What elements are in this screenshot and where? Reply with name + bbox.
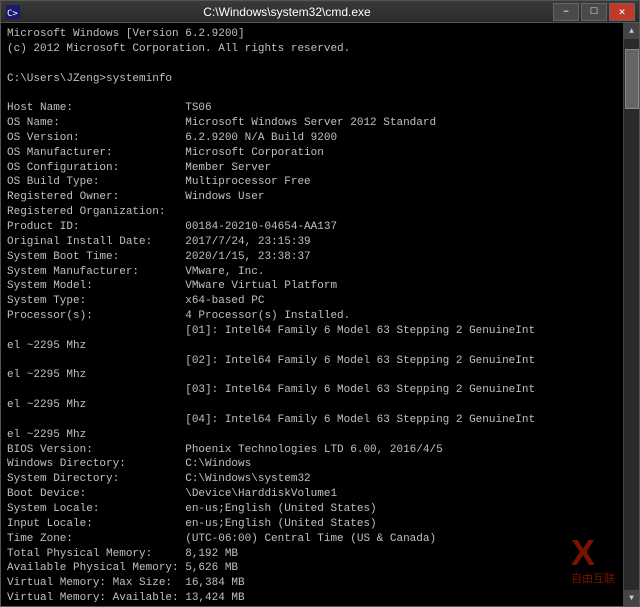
- terminal[interactable]: Microsoft Windows [Version 6.2.9200](c) …: [1, 23, 639, 606]
- terminal-line: System Type: x64-based PC: [7, 294, 633, 309]
- terminal-line: [04]: Intel64 Family 6 Model 63 Stepping…: [7, 413, 633, 428]
- terminal-line: System Directory: C:\Windows\system32: [7, 472, 633, 487]
- terminal-line: [7, 86, 633, 101]
- terminal-line: Host Name: TS06: [7, 101, 633, 116]
- maximize-button[interactable]: □: [581, 3, 607, 21]
- terminal-line: BIOS Version: Phoenix Technologies LTD 6…: [7, 443, 633, 458]
- terminal-line: Virtual Memory: Available: 13,424 MB: [7, 591, 633, 602]
- terminal-line: el ~2295 Mhz: [7, 398, 633, 413]
- window-title: C:\Windows\system32\cmd.exe: [21, 5, 553, 19]
- terminal-line: el ~2295 Mhz: [7, 368, 633, 383]
- terminal-line: System Manufacturer: VMware, Inc.: [7, 265, 633, 280]
- close-button[interactable]: ✕: [609, 3, 635, 21]
- terminal-line: Product ID: 00184-20210-04654-AA137: [7, 220, 633, 235]
- scroll-up-button[interactable]: ▲: [624, 23, 640, 39]
- scrollbar[interactable]: ▲ ▼: [623, 23, 639, 606]
- terminal-line: Available Physical Memory: 5,626 MB: [7, 561, 633, 576]
- terminal-content: Microsoft Windows [Version 6.2.9200](c) …: [7, 27, 633, 602]
- terminal-line: Processor(s): 4 Processor(s) Installed.: [7, 309, 633, 324]
- cmd-window: C> C:\Windows\system32\cmd.exe – □ ✕ Mic…: [0, 0, 640, 607]
- scroll-down-button[interactable]: ▼: [624, 590, 640, 606]
- terminal-line: Original Install Date: 2017/7/24, 23:15:…: [7, 235, 633, 250]
- scrollbar-track[interactable]: [624, 39, 639, 590]
- titlebar-buttons: – □ ✕: [553, 3, 635, 21]
- terminal-line: System Locale: en-us;English (United Sta…: [7, 502, 633, 517]
- cmd-icon: C>: [5, 4, 21, 20]
- terminal-line: Input Locale: en-us;English (United Stat…: [7, 517, 633, 532]
- terminal-line: Registered Organization:: [7, 205, 633, 220]
- terminal-line: OS Name: Microsoft Windows Server 2012 S…: [7, 116, 633, 131]
- terminal-line: Boot Device: \Device\HarddiskVolume1: [7, 487, 633, 502]
- terminal-line: el ~2295 Mhz: [7, 339, 633, 354]
- terminal-line: Registered Owner: Windows User: [7, 190, 633, 205]
- terminal-line: OS Build Type: Multiprocessor Free: [7, 175, 633, 190]
- terminal-line: Total Physical Memory: 8,192 MB: [7, 547, 633, 562]
- terminal-line: Microsoft Windows [Version 6.2.9200]: [7, 27, 633, 42]
- terminal-line: [01]: Intel64 Family 6 Model 63 Stepping…: [7, 324, 633, 339]
- terminal-line: System Boot Time: 2020/1/15, 23:38:37: [7, 250, 633, 265]
- titlebar: C> C:\Windows\system32\cmd.exe – □ ✕: [1, 1, 639, 23]
- terminal-line: [7, 57, 633, 72]
- terminal-line: Windows Directory: C:\Windows: [7, 457, 633, 472]
- terminal-line: [03]: Intel64 Family 6 Model 63 Stepping…: [7, 383, 633, 398]
- terminal-line: OS Manufacturer: Microsoft Corporation: [7, 146, 633, 161]
- svg-text:C>: C>: [7, 9, 18, 19]
- terminal-line: Time Zone: (UTC-06:00) Central Time (US …: [7, 532, 633, 547]
- scrollbar-thumb[interactable]: [625, 49, 639, 109]
- terminal-line: Virtual Memory: Max Size: 16,384 MB: [7, 576, 633, 591]
- terminal-line: OS Version: 6.2.9200 N/A Build 9200: [7, 131, 633, 146]
- terminal-line: OS Configuration: Member Server: [7, 161, 633, 176]
- terminal-line: System Model: VMware Virtual Platform: [7, 279, 633, 294]
- terminal-line: C:\Users\JZeng>systeminfo: [7, 72, 633, 87]
- terminal-line: el ~2295 Mhz: [7, 428, 633, 443]
- terminal-line: (c) 2012 Microsoft Corporation. All righ…: [7, 42, 633, 57]
- terminal-line: [02]: Intel64 Family 6 Model 63 Stepping…: [7, 354, 633, 369]
- minimize-button[interactable]: –: [553, 3, 579, 21]
